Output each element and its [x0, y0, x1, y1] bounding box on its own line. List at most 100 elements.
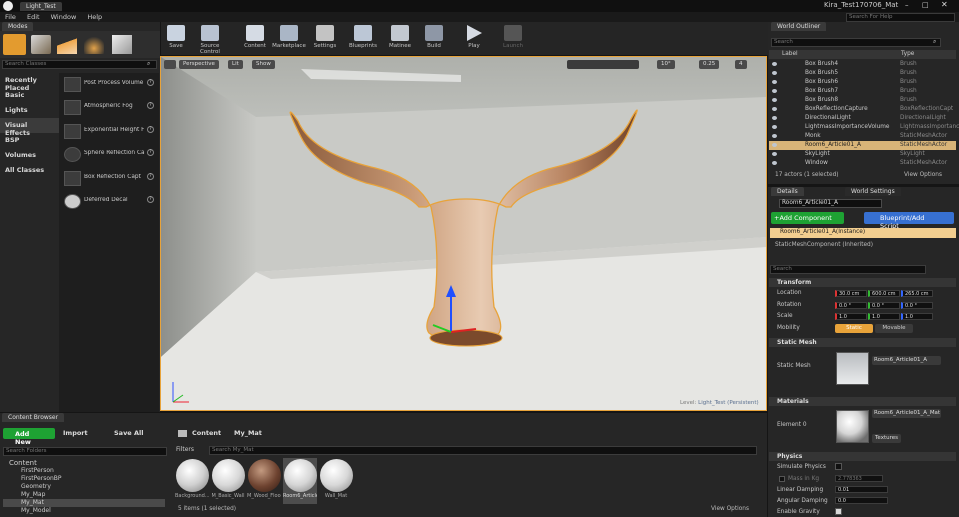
outliner-row[interactable]: Box Brush8 Brush — [769, 96, 956, 105]
viewport-options-icon[interactable] — [164, 60, 176, 69]
modes-tab[interactable]: Modes — [2, 22, 34, 31]
enable-gravity-checkbox[interactable] — [835, 508, 842, 515]
static-mesh-section[interactable]: Static Mesh — [769, 338, 956, 347]
menu-window[interactable]: Window — [51, 13, 77, 21]
lit-button[interactable]: Lit — [228, 60, 243, 69]
scale-x[interactable]: 1.0 — [835, 313, 867, 320]
category-all-classes[interactable]: All Classes — [0, 163, 59, 178]
outliner-row[interactable]: Window StaticMeshActor — [769, 159, 956, 168]
perspective-button[interactable]: Perspective — [179, 60, 219, 69]
material-dropdown[interactable]: Room6_Article01_A_Mat — [872, 409, 941, 418]
location-label[interactable]: Location — [777, 290, 802, 296]
eye-icon[interactable] — [772, 98, 777, 102]
menu-file[interactable]: File — [5, 13, 16, 21]
location-y[interactable]: 600.0 cm — [868, 290, 900, 297]
eye-icon[interactable] — [772, 80, 777, 84]
menu-help[interactable]: Help — [87, 13, 102, 21]
search-assets-input[interactable]: Search My_Mat — [209, 446, 757, 455]
help-icon[interactable]: ? — [147, 79, 154, 86]
eye-icon[interactable] — [772, 107, 777, 111]
project-tab[interactable]: Light_Test — [20, 2, 62, 11]
camera-speed-field[interactable]: 4 — [735, 60, 747, 69]
import-button[interactable]: Import — [63, 429, 88, 437]
eye-icon[interactable] — [772, 116, 777, 120]
col-label[interactable]: Label — [782, 51, 798, 57]
modes-search-input[interactable]: Search Classes — [2, 60, 157, 69]
help-icon[interactable]: ? — [147, 196, 154, 203]
scale-y[interactable]: 1.0 — [868, 313, 900, 320]
outliner-row[interactable]: Monk StaticMeshActor — [769, 132, 956, 141]
toolbar-source-control-button[interactable]: Source Control — [190, 24, 230, 55]
asset-m-basic-wall[interactable]: M_Basic_Wall — [211, 458, 245, 504]
menu-edit[interactable]: Edit — [27, 13, 40, 21]
eye-icon[interactable] — [772, 143, 777, 147]
scale-label[interactable]: Scale — [777, 313, 793, 319]
help-search-input[interactable]: Search For Help — [846, 13, 955, 22]
rotation-z[interactable]: 0.0 ° — [901, 302, 933, 309]
col-type[interactable]: Type — [901, 51, 914, 57]
linear-damping-field[interactable]: 0.01 — [835, 486, 888, 493]
place-item-sphere-reflection[interactable]: Sphere Reflection Ca? — [62, 144, 157, 166]
help-icon[interactable]: ? — [147, 173, 154, 180]
location-x[interactable]: 30.0 cm — [835, 290, 867, 297]
angle-snap-field[interactable]: 10° — [657, 60, 675, 69]
world-settings-tab[interactable]: World Settings — [845, 187, 901, 196]
eye-icon[interactable] — [772, 62, 777, 66]
instance-row[interactable]: Room6_Article01_A(Instance) — [770, 228, 956, 238]
mobility-movable-button[interactable]: Movable — [875, 324, 913, 333]
rotation-y[interactable]: 0.0 ° — [868, 302, 900, 309]
blueprint-add-script-button[interactable]: Blueprint/Add Script — [864, 212, 954, 230]
maximize-icon[interactable]: □ — [922, 1, 932, 10]
outliner-view-options[interactable]: View Options — [904, 172, 942, 178]
eye-icon[interactable] — [772, 152, 777, 156]
actor-name-input[interactable]: Room6_Article01_A — [779, 199, 882, 208]
static-mesh-thumbnail[interactable] — [836, 352, 869, 385]
toolbar-play-button[interactable]: Play — [460, 24, 488, 53]
category-visual-effects[interactable]: Visual Effects — [0, 118, 59, 137]
show-button[interactable]: Show — [252, 60, 275, 69]
place-item-box-reflection[interactable]: Box Reflection Capt? — [62, 168, 157, 190]
eye-icon[interactable] — [772, 71, 777, 75]
level-viewport[interactable]: Perspective Lit Show 10° 0.25 4 Level: L… — [160, 56, 767, 411]
outliner-row-selected[interactable]: Room6_Article01_A StaticMeshActor — [769, 141, 956, 150]
help-icon[interactable]: ? — [147, 102, 154, 109]
search-folders-input[interactable]: Search Folders — [3, 447, 167, 456]
add-new-button[interactable]: Add New — [3, 428, 55, 446]
place-item-atmospheric-fog[interactable]: Atmospheric Fog? — [62, 97, 157, 119]
outliner-row[interactable]: Box Brush5 Brush — [769, 69, 956, 78]
toolbar-save-button[interactable]: Save — [162, 24, 190, 53]
category-recently-placed[interactable]: Recently Placed — [0, 73, 59, 92]
rotation-x[interactable]: 0.0 ° — [835, 302, 867, 309]
textures-dropdown[interactable]: Textures — [872, 434, 901, 443]
world-outliner-tab[interactable]: World Outliner — [771, 22, 827, 31]
simulate-physics-checkbox[interactable] — [835, 463, 842, 470]
toolbar-blueprints-button[interactable]: Blueprints — [346, 24, 380, 53]
minimize-icon[interactable]: – — [905, 1, 915, 10]
content-view-options[interactable]: View Options — [711, 506, 749, 512]
filters-button[interactable]: Filters — [176, 446, 194, 453]
tree-my-map[interactable]: My_Map — [3, 491, 165, 499]
eye-icon[interactable] — [772, 89, 777, 93]
save-all-button[interactable]: Save All — [114, 429, 143, 437]
place-item-exponential-height-fog[interactable]: Exponential Height F? — [62, 121, 157, 143]
tree-geometry[interactable]: Geometry — [3, 483, 165, 491]
place-mode-icon[interactable] — [3, 34, 26, 55]
outliner-row[interactable]: LightmassImportanceVolume LightmassImport… — [769, 123, 959, 132]
location-z[interactable]: 265.0 cm — [901, 290, 933, 297]
tree-my-mat[interactable]: My_Mat — [3, 499, 165, 507]
outliner-row[interactable]: Box Brush7 Brush — [769, 87, 956, 96]
toolbar-marketplace-button[interactable]: Marketplace — [272, 24, 306, 53]
component-row[interactable]: StaticMeshComponent (Inherited) — [775, 242, 873, 248]
foliage-mode-icon[interactable] — [84, 35, 104, 54]
eye-icon[interactable] — [772, 125, 777, 129]
rotation-label[interactable]: Rotation — [777, 302, 801, 308]
mass-checkbox[interactable] — [779, 476, 785, 482]
landscape-mode-icon[interactable] — [57, 35, 77, 54]
physics-section[interactable]: Physics — [769, 452, 956, 461]
asset-wall-mat[interactable]: Wall_Mat — [319, 458, 353, 504]
details-tab[interactable]: Details — [771, 187, 804, 196]
outliner-row[interactable]: BoxReflectionCapture BoxReflectionCapt — [769, 105, 956, 114]
mobility-static-button[interactable]: Static — [835, 324, 873, 333]
toolbar-launch-button[interactable]: Launch — [499, 24, 527, 53]
material-thumbnail[interactable] — [836, 410, 869, 443]
